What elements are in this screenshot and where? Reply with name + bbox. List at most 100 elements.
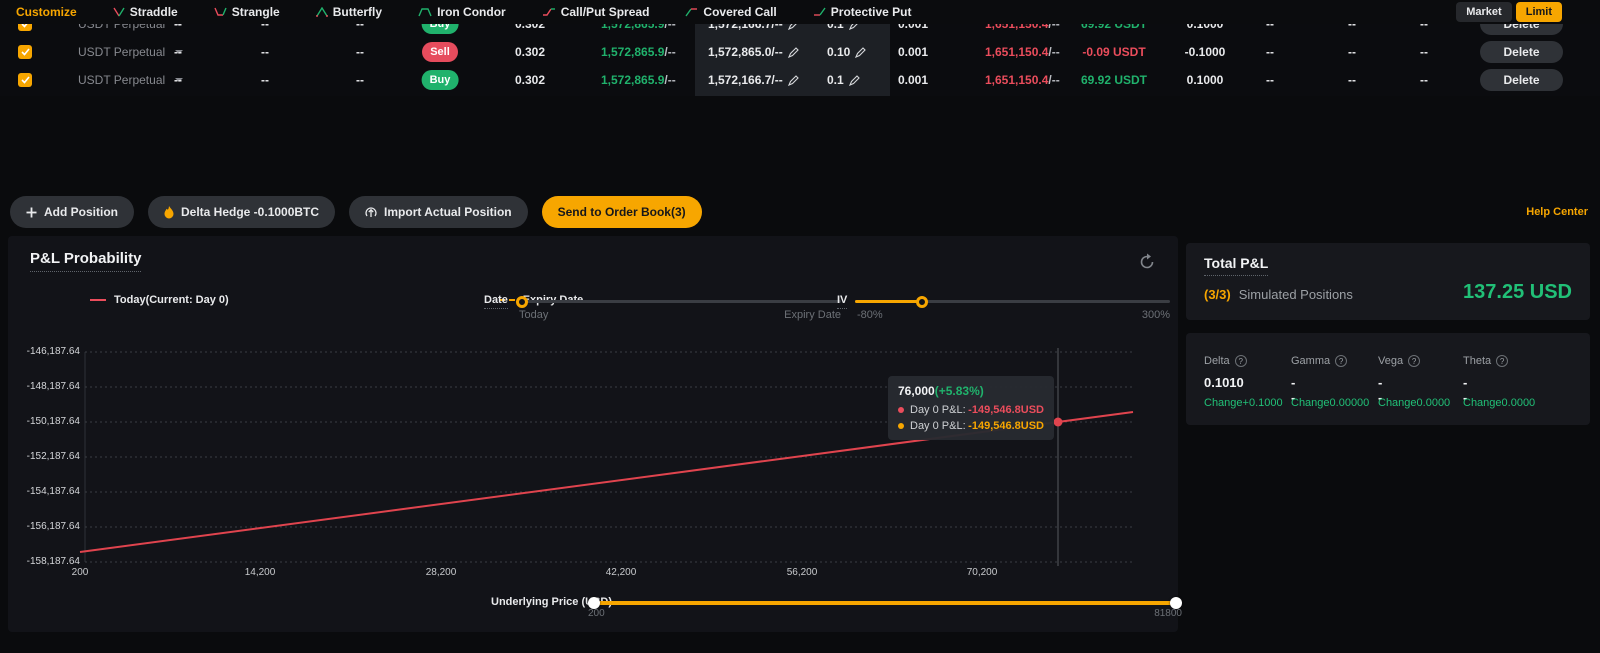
plus-icon — [26, 207, 37, 218]
pnl-probability-panel: P&L Probability Today(Current: Day 0) Ex… — [8, 236, 1178, 632]
y-tick: -156,187.64 — [18, 521, 80, 532]
total-pnl-value: 137.25 USD — [1463, 281, 1572, 304]
mark-price-cell: 1,572,865.9/-- — [601, 45, 676, 59]
cell-empty: -- — [174, 73, 182, 87]
cell-empty: -- — [1266, 73, 1274, 87]
nav-item-strangle[interactable]: Strangle — [214, 5, 280, 19]
cell-empty: -- — [1348, 73, 1356, 87]
limit-button[interactable]: Limit — [1516, 2, 1562, 22]
hover-point — [1054, 418, 1063, 427]
series-dot-red — [898, 407, 904, 413]
covered-call-icon — [685, 7, 698, 17]
nav-item-call-put-spread[interactable]: Call/Put Spread — [542, 5, 650, 19]
add-position-button[interactable]: Add Position — [10, 196, 134, 228]
market-button[interactable]: Market — [1456, 2, 1511, 22]
check-icon — [21, 76, 30, 84]
side-badge: Buy — [422, 70, 459, 90]
x-tick: 56,200 — [787, 567, 818, 578]
side-badge: Sell — [422, 42, 458, 62]
delete-button[interactable]: Delete — [1480, 41, 1563, 63]
cell-empty: -- — [1266, 45, 1274, 59]
cell-empty: -- — [356, 45, 364, 59]
position-toolbar: Add Position Delta Hedge -0.1000BTC Impo… — [0, 196, 1600, 228]
flame-icon — [164, 206, 174, 219]
cell-empty: -- — [174, 45, 182, 59]
help-icon[interactable]: ? — [1496, 355, 1508, 367]
underlying-min-label: 200 — [588, 608, 605, 619]
cell-empty: -- — [1420, 73, 1428, 87]
import-actual-position-button[interactable]: Import Actual Position — [349, 196, 528, 228]
check-icon — [21, 48, 30, 56]
y-tick: -146,187.64 — [18, 346, 80, 357]
total-pnl-title: Total P&L — [1204, 255, 1268, 276]
tooltip-price: 76,000(+5.83%) — [898, 384, 1044, 398]
import-icon — [365, 206, 377, 218]
nav-item-covered-call[interactable]: Covered Call — [685, 5, 776, 19]
y-tick: -158,187.64 — [18, 556, 80, 567]
row-checkbox[interactable] — [18, 45, 32, 59]
table-row: USDT Perpetual -- -- -- Sell 0.302 1,572… — [0, 38, 1600, 66]
call-put-spread-icon — [542, 7, 556, 17]
cell-empty: -- — [1420, 45, 1428, 59]
strategy-navbar: Customize Straddle Strangle Butterfly Ir… — [0, 0, 1600, 24]
protective-put-icon — [813, 7, 826, 17]
help-icon[interactable]: ? — [1235, 355, 1247, 367]
delta-cell: 0.1000 — [1187, 73, 1224, 87]
cell-empty: -- — [261, 73, 269, 87]
straddle-icon — [113, 7, 125, 17]
qty-cell: 0.302 — [515, 73, 545, 87]
delete-button[interactable]: Delete — [1480, 69, 1563, 91]
y-tick: -152,187.64 — [18, 451, 80, 462]
positions-caption: Simulated Positions — [1239, 287, 1353, 302]
step-cell: 0.001 — [898, 45, 928, 59]
x-tick: 200 — [72, 567, 89, 578]
edit-icon[interactable] — [788, 47, 799, 58]
row-checkbox[interactable] — [18, 73, 32, 87]
greeks-card: Delta? 0.1010 Change+0.1000 Gamma? -- Ch… — [1186, 333, 1590, 425]
x-tick: 14,200 — [245, 567, 276, 578]
edit-icon[interactable] — [788, 75, 799, 86]
cell-empty: -- — [1348, 45, 1356, 59]
options-strategy-page: USDT Perpetual -- -- -- Buy 0.302 1,572,… — [0, 0, 1600, 653]
butterfly-icon — [316, 7, 328, 17]
cell-empty: -- — [356, 73, 364, 87]
cell-empty: -- — [261, 45, 269, 59]
nav-item-iron-condor[interactable]: Iron Condor — [418, 5, 506, 19]
table-row: USDT Perpetual -- -- -- Buy 0.302 1,572,… — [0, 66, 1600, 94]
size-cell[interactable]: 0.1 — [827, 73, 860, 87]
help-center-link[interactable]: Help Center — [1526, 206, 1588, 218]
instrument-cell[interactable]: USDT Perpetual — [78, 73, 183, 87]
nav-item-customize[interactable]: Customize — [16, 5, 77, 19]
nav-item-butterfly[interactable]: Butterfly — [316, 5, 382, 19]
liq-price-cell: 1,651,150.4/-- — [985, 73, 1060, 87]
nav-item-protective-put[interactable]: Protective Put — [813, 5, 912, 19]
x-tick: 28,200 — [426, 567, 457, 578]
delta-hedge-button[interactable]: Delta Hedge -0.1000BTC — [148, 196, 335, 228]
iron-condor-icon — [418, 7, 432, 17]
instrument-cell[interactable]: USDT Perpetual — [78, 45, 183, 59]
qty-cell: 0.302 — [515, 45, 545, 59]
entry-price-cell[interactable]: 1,572,166.7/-- — [708, 73, 799, 87]
edit-icon[interactable] — [849, 75, 860, 86]
series-dot-orange — [898, 423, 904, 429]
help-icon[interactable]: ? — [1408, 355, 1420, 367]
underlying-price-slider[interactable] — [594, 601, 1176, 605]
order-type-switch: Market Limit — [1456, 2, 1562, 22]
x-tick: 70,200 — [967, 567, 998, 578]
y-tick: -154,187.64 — [18, 486, 80, 497]
size-cell[interactable]: 0.10 — [827, 45, 866, 59]
y-tick: -148,187.64 — [18, 381, 80, 392]
x-tick: 42,200 — [606, 567, 637, 578]
underlying-max-label: 81800 — [1154, 608, 1182, 619]
nav-item-straddle[interactable]: Straddle — [113, 5, 178, 19]
send-to-order-book-button[interactable]: Send to Order Book(3) — [542, 196, 702, 228]
positions-count: (3/3) — [1204, 287, 1231, 302]
simulated-positions-row: (3/3) Simulated Positions — [1204, 287, 1353, 302]
y-tick: -150,187.64 — [18, 416, 80, 427]
delta-cell: -0.1000 — [1185, 45, 1226, 59]
liq-price-cell: 1,651,150.4/-- — [985, 45, 1060, 59]
edit-icon[interactable] — [855, 47, 866, 58]
entry-price-cell[interactable]: 1,572,865.0/-- — [708, 45, 799, 59]
help-icon[interactable]: ? — [1335, 355, 1347, 367]
tooltip-row: Day 0 P&L:-149,546.8USD — [898, 404, 1044, 416]
